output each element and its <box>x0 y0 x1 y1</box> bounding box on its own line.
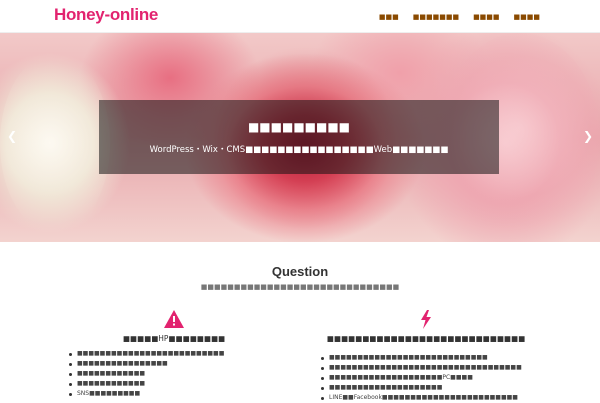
list-item: ■■■■■■■■■■■■ <box>68 369 224 379</box>
site-logo[interactable]: Honey-online <box>54 5 158 25</box>
list-item: SNS■■■■■■■■■ <box>68 389 224 399</box>
list-item: ■■■■■■■■■■■■■■■■■■■■■■■■■■ <box>68 349 224 359</box>
column-heading-right: ■■■■■■■■■■■■■■■■■■■■■■■■■■■■ <box>326 334 526 343</box>
main-nav: ■■■ ■■■■■■■ ■■■■ ■■■■ <box>365 0 540 33</box>
list-item: ■■■■■■■■■■■■■■■■■■■■■■■■■■■■■■■■■■ <box>320 363 522 373</box>
column-list-right: ■■■■■■■■■■■■■■■■■■■■■■■■■■■■ ■■■■■■■■■■■… <box>320 353 522 403</box>
hero-caption: ■■■■■■■■■ WordPress・Wix・CMS■■■■■■■■■■■■■… <box>99 100 499 174</box>
warning-icon <box>164 310 184 332</box>
hero-photo-white-flower <box>0 53 110 233</box>
nav-item-1[interactable]: ■■■ <box>379 13 399 21</box>
list-item: ■■■■■■■■■■■■ <box>68 379 224 389</box>
site-header: Honey-online ■■■ ■■■■■■■ ■■■■ ■■■■ <box>0 0 600 33</box>
column-list-left: ■■■■■■■■■■■■■■■■■■■■■■■■■■ ■■■■■■■■■■■■■… <box>68 349 224 399</box>
list-item: ■■■■■■■■■■■■■■■■■■■■■■■■■■■■ <box>320 353 522 363</box>
slider-prev-icon[interactable]: ❮ <box>5 129 19 143</box>
section-title: Question <box>271 264 329 279</box>
hero-slider: ■■■■■■■■■ WordPress・Wix・CMS■■■■■■■■■■■■■… <box>0 33 600 242</box>
hero-subtitle: WordPress・Wix・CMS■■■■■■■■■■■■■■■■Web■■■■… <box>149 145 449 155</box>
list-item: ■■■■■■■■■■■■■■■■■■■■PC■■■■ <box>320 373 522 383</box>
column-heading-left: ■■■■■HP■■■■■■■■ <box>122 334 226 343</box>
nav-item-3[interactable]: ■■■■ <box>473 13 499 21</box>
nav-item-2[interactable]: ■■■■■■■ <box>413 13 459 21</box>
slider-next-icon[interactable]: ❯ <box>581 129 595 143</box>
list-item: LINE■■Facebook■■■■■■■■■■■■■■■■■■■■■■■■ <box>320 393 522 403</box>
nav-item-4[interactable]: ■■■■ <box>514 13 540 21</box>
list-item: ■■■■■■■■■■■■■■■■ <box>68 359 224 369</box>
list-item: ■■■■■■■■■■■■■■■■■■■■ <box>320 383 522 393</box>
hero-title: ■■■■■■■■■ <box>247 120 351 134</box>
section-subtitle: ■■■■■■■■■■■■■■■■■■■■■■■■■■■■■■ <box>200 283 400 291</box>
lightning-icon <box>420 310 432 333</box>
